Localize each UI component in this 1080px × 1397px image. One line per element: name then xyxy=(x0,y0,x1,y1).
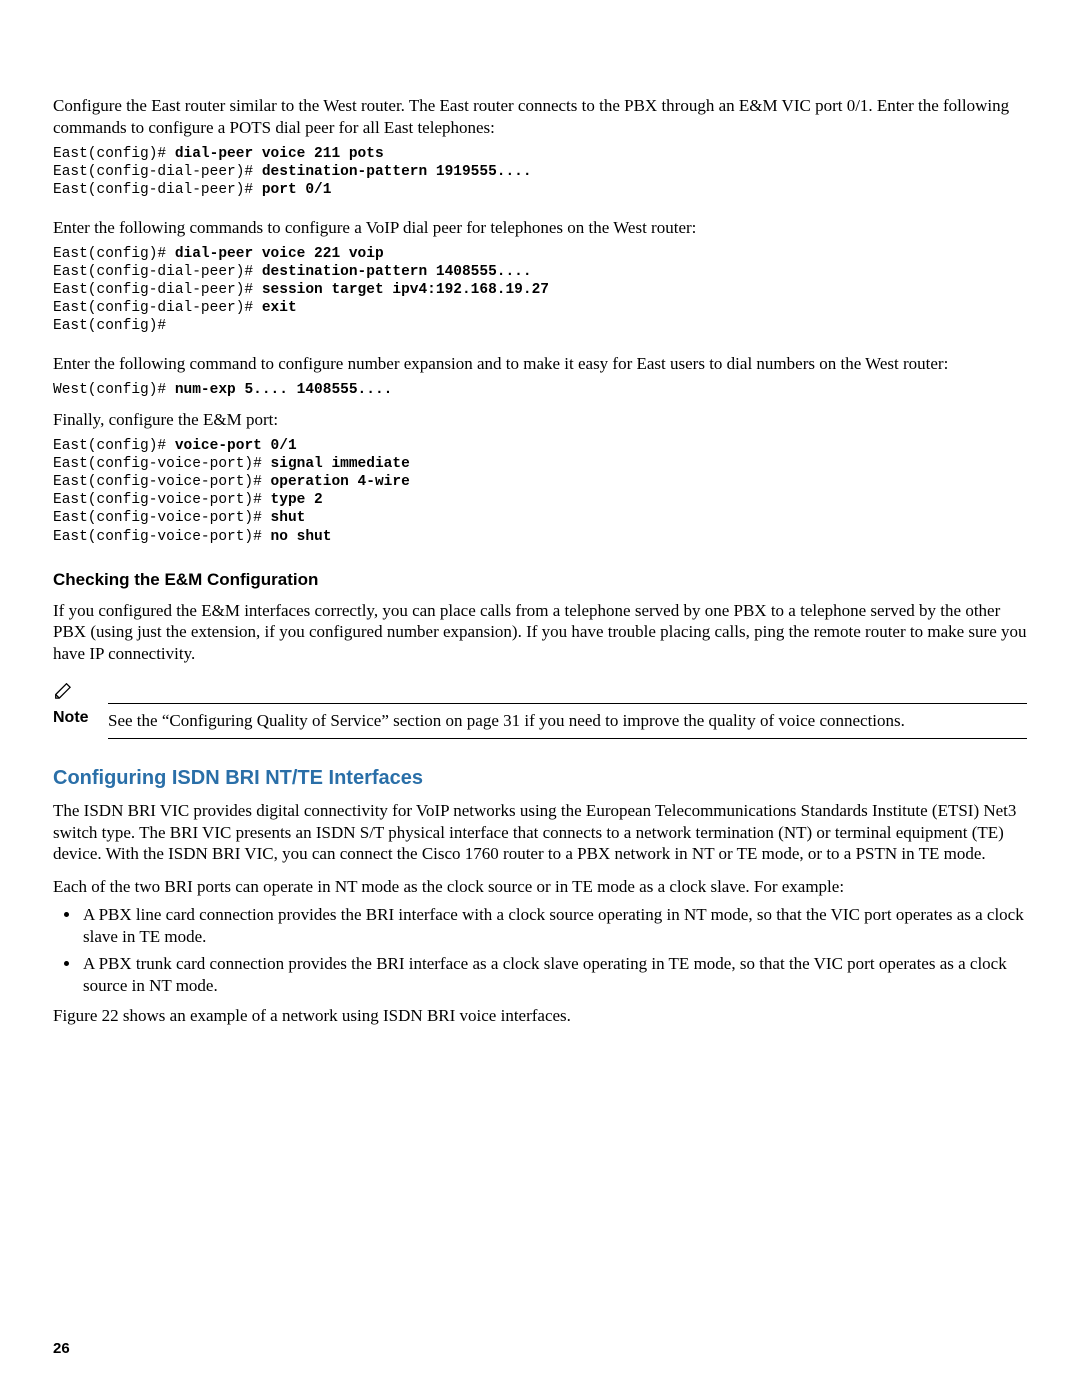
cli-command: destination-pattern 1919555.... xyxy=(262,164,532,180)
cli-prompt: East(config-voice-port)# xyxy=(53,474,271,490)
cli-prompt: East(config-voice-port)# xyxy=(53,529,271,545)
cli-prompt: East(config)# xyxy=(53,146,175,162)
note-label: Note xyxy=(53,703,108,727)
heading-isdn-bri: Configuring ISDN BRI NT/TE Interfaces xyxy=(53,767,1027,790)
cli-prompt: East(config-dial-peer)# xyxy=(53,182,262,198)
paragraph: The ISDN BRI VIC provides digital connec… xyxy=(53,800,1027,865)
paragraph: Each of the two BRI ports can operate in… xyxy=(53,876,1027,898)
page-number: 26 xyxy=(53,1340,70,1357)
cli-command: no shut xyxy=(271,529,332,545)
cli-prompt: West(config)# xyxy=(53,382,175,398)
cli-command: destination-pattern 1408555.... xyxy=(262,264,532,280)
paragraph: Configure the East router similar to the… xyxy=(53,95,1027,139)
cli-block-voip: East(config)# dial-peer voice 221 voip E… xyxy=(53,245,1027,336)
note-text: See the “Configuring Quality of Service”… xyxy=(108,703,1027,739)
note-block: Note See the “Configuring Quality of Ser… xyxy=(53,683,1027,739)
cli-prompt: East(config-dial-peer)# xyxy=(53,164,262,180)
cli-command: num-exp 5.... 1408555.... xyxy=(175,382,393,398)
cli-command: port 0/1 xyxy=(262,182,332,198)
cli-command: shut xyxy=(271,510,306,526)
paragraph: Figure 22 shows an example of a network … xyxy=(53,1005,1027,1027)
paragraph: Enter the following commands to configur… xyxy=(53,217,1027,239)
pencil-icon xyxy=(53,683,77,701)
heading-checking-em: Checking the E&M Configuration xyxy=(53,570,1027,590)
paragraph: Enter the following command to configure… xyxy=(53,353,1027,375)
cli-block-numexp: West(config)# num-exp 5.... 1408555.... xyxy=(53,381,1027,399)
cli-prompt: East(config-dial-peer)# xyxy=(53,300,262,316)
paragraph: If you configured the E&M interfaces cor… xyxy=(53,600,1027,665)
cli-command: exit xyxy=(262,300,297,316)
cli-command: type 2 xyxy=(271,492,323,508)
list-item: A PBX line card connection provides the … xyxy=(81,904,1027,948)
cli-prompt: East(config-dial-peer)# xyxy=(53,282,262,298)
cli-prompt: East(config)# xyxy=(53,438,175,454)
list-item: A PBX trunk card connection provides the… xyxy=(81,953,1027,997)
cli-command: dial-peer voice 211 pots xyxy=(175,146,384,162)
cli-prompt: East(config)# xyxy=(53,246,175,262)
cli-prompt: East(config-dial-peer)# xyxy=(53,264,262,280)
cli-block-pots: East(config)# dial-peer voice 211 pots E… xyxy=(53,145,1027,199)
cli-block-voiceport: East(config)# voice-port 0/1 East(config… xyxy=(53,437,1027,546)
document-page: Configure the East router similar to the… xyxy=(0,0,1080,1397)
paragraph: Finally, configure the E&M port: xyxy=(53,409,1027,431)
cli-command: voice-port 0/1 xyxy=(175,438,297,454)
cli-prompt: East(config-voice-port)# xyxy=(53,492,271,508)
cli-prompt: East(config-voice-port)# xyxy=(53,456,271,472)
cli-command: session target ipv4:192.168.19.27 xyxy=(262,282,549,298)
cli-command: dial-peer voice 221 voip xyxy=(175,246,384,262)
cli-command: operation 4-wire xyxy=(271,474,410,490)
bullet-list: A PBX line card connection provides the … xyxy=(53,904,1027,997)
cli-prompt: East(config)# xyxy=(53,318,166,334)
cli-prompt: East(config-voice-port)# xyxy=(53,510,271,526)
cli-command: signal immediate xyxy=(271,456,410,472)
